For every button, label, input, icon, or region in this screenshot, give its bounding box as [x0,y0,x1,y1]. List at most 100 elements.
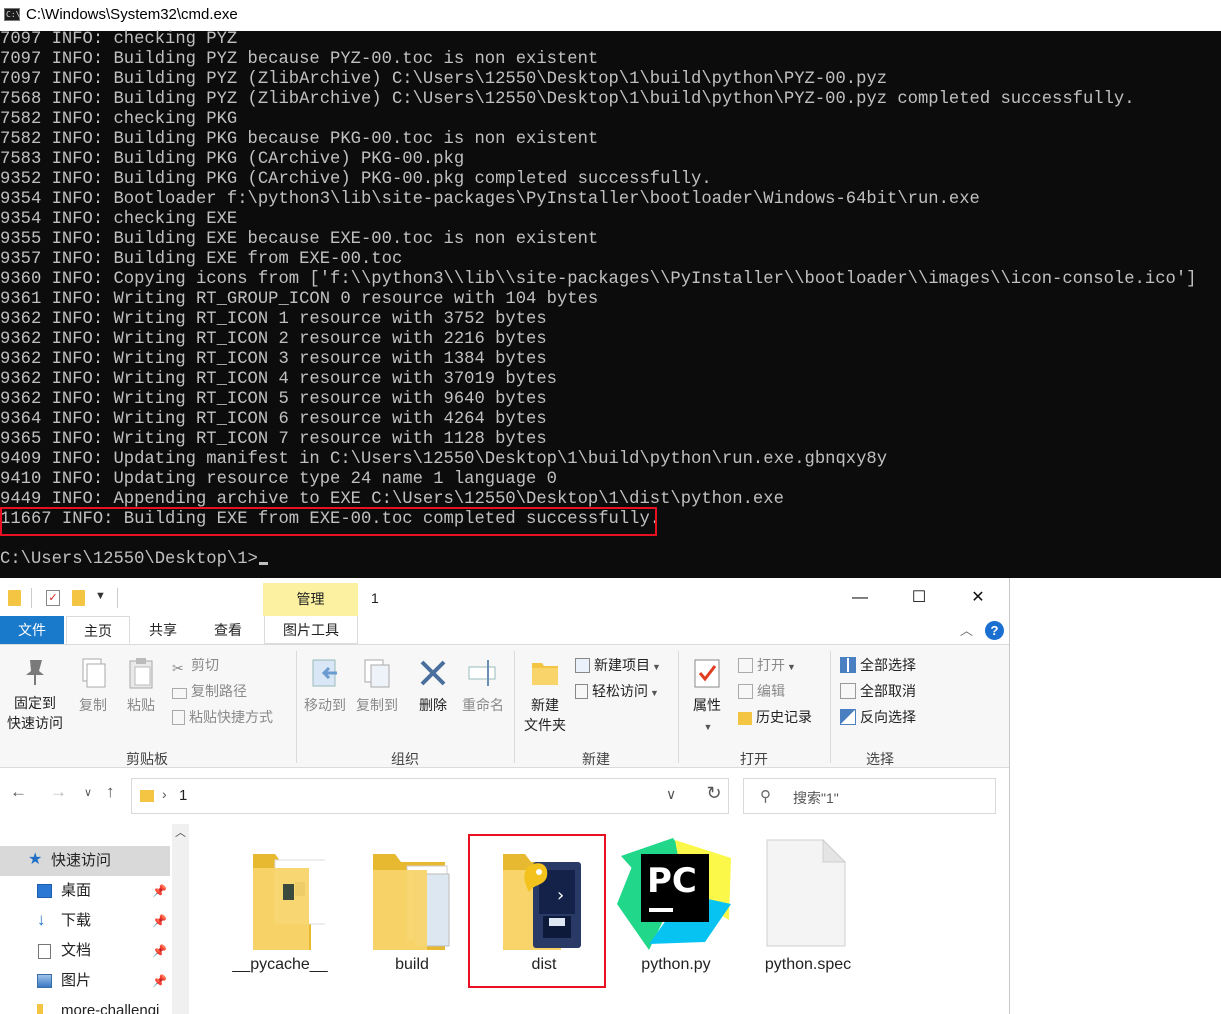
properties-quick-icon[interactable]: ✓ [46,590,60,606]
pin-to-quick-access-button[interactable]: 固定到 快速访问 [4,657,66,733]
divider [830,651,831,763]
maximize-button[interactable]: ☐ [907,586,931,610]
cmd-line: 9410 INFO: Updating resource type 24 nam… [0,470,557,489]
nav-scrollbar[interactable] [172,824,189,1014]
easy-access-icon [575,684,588,699]
tab-share[interactable]: 共享 [132,616,194,644]
collapse-ribbon-icon[interactable]: ︿ [960,620,973,639]
copy-icon [82,658,106,688]
nav-item-pictures[interactable]: 图片 📌 [0,966,170,996]
divider [31,588,32,608]
invert-selection-icon [840,709,856,725]
cut-button[interactable]: ✂ 剪切 [172,655,219,676]
cmd-window[interactable]: C:\ C:\Windows\System32\cmd.exe 7097 INF… [0,0,1221,578]
new-folder-label-line2: 文件夹 [524,717,566,733]
paste-shortcut-icon [172,710,185,725]
properties-button[interactable]: 属性 ▼ [684,657,730,737]
refresh-icon[interactable]: ↻ [700,778,728,808]
window-title: 1 [371,590,379,606]
folder-icon [373,854,450,950]
recent-locations-chevron-icon[interactable]: ∨ [84,786,92,799]
scroll-up-chevron-icon[interactable]: ︿ [172,824,189,842]
breadcrumb-separator[interactable]: › [162,786,167,802]
file-item-pycache[interactable]: __pycache__ [221,836,339,986]
explorer-window[interactable]: ✓ ▼ 管理 1 — ☐ ✕ 文件 主页 共享 查看 图片工具 ︿ ? 固定到 … [0,578,1010,1014]
new-folder-label-line1: 新建 [531,697,559,713]
new-folder-quick-icon[interactable] [72,590,85,606]
tab-picture-tools[interactable]: 图片工具 [264,616,358,644]
divider [678,651,679,763]
file-name: __pycache__ [232,956,328,973]
chevron-down-icon: ▼ [652,662,661,672]
pin-label-line1: 固定到 [14,695,56,711]
select-none-button[interactable]: 全部取消 [840,681,916,701]
nav-item-folder[interactable]: more-challengi [0,996,170,1014]
copy-button[interactable]: 复制 [70,657,116,715]
pin-icon[interactable]: 📌 [152,936,167,966]
file-item-python-py[interactable]: PC python.py [617,836,735,986]
folder-icon[interactable] [8,590,21,606]
paste-button[interactable]: 粘贴 [118,657,164,715]
navigation-pane: ︿ ★ 快速访问 桌面 📌 ↓ 下载 📌 文档 📌 图片 📌 more-chal [0,824,190,1014]
minimize-button[interactable]: — [848,586,872,610]
tab-file[interactable]: 文件 [0,616,64,644]
search-input[interactable]: ⚲ 搜索"1" [743,778,996,814]
edit-button[interactable]: 编辑 [738,681,785,701]
open-group-label: 打开 [740,751,768,767]
cmd-titlebar[interactable]: C:\ C:\Windows\System32\cmd.exe [0,0,1221,31]
dist-highlight-box [468,834,606,988]
rename-button[interactable]: 重命名 [458,657,508,715]
easy-access-button[interactable]: 轻松访问 ▼ [575,681,659,701]
cmd-prompt[interactable]: C:\Users\12550\Desktop\1> [0,550,268,570]
open-button[interactable]: 打开 ▼ [738,655,796,675]
tab-view[interactable]: 查看 [196,616,260,644]
back-arrow-icon[interactable]: ← [10,782,27,802]
manage-context-header[interactable]: 管理 [263,583,358,616]
nav-item-label: 文档 [61,942,92,959]
close-button[interactable]: ✕ [966,586,990,610]
nav-item-quick-access[interactable]: ★ 快速访问 [0,846,170,876]
nav-item-desktop[interactable]: 桌面 📌 [0,876,170,906]
explorer-titlebar[interactable]: ✓ ▼ 管理 1 — ☐ ✕ [0,578,1009,616]
select-all-button[interactable]: 全部选择 [840,655,916,675]
pycharm-icon: PC [617,838,731,950]
copy-to-button[interactable]: 复制到 [352,657,402,715]
chevron-down-icon: ▼ [703,722,713,732]
open-label: 打开 [757,657,785,673]
history-button[interactable]: 历史记录 [738,707,812,727]
customize-toolbar-chevron-icon[interactable]: ▼ [95,590,106,602]
move-to-button[interactable]: 移动到 [300,657,350,715]
address-history-chevron-icon[interactable]: ∨ [666,786,676,803]
address-bar[interactable]: › 1 ∨ [131,778,729,814]
edit-icon [738,684,753,699]
paste-shortcut-button[interactable]: 粘贴快捷方式 [172,707,273,727]
up-arrow-icon[interactable]: ↑ [106,782,115,802]
navigation-bar: ← → ∨ ↑ › 1 ∨ ↻ ⚲ 搜索"1" [0,772,1009,818]
cmd-line: 7568 INFO: Building PYZ (ZlibArchive) C:… [0,90,1135,109]
pin-icon[interactable]: 📌 [152,876,167,906]
new-folder-button[interactable]: 新建 文件夹 [518,657,572,735]
tab-home[interactable]: 主页 [66,616,130,644]
delete-button[interactable]: 删除 [410,657,456,715]
help-icon[interactable]: ? [985,621,1004,640]
search-placeholder: 搜索"1" [793,790,839,806]
pin-label-line2: 快速访问 [7,715,63,731]
copy-path-button[interactable]: 复制路径 [172,681,247,701]
file-item-build[interactable]: build [353,836,471,986]
copy-to-icon [364,659,390,688]
invert-selection-button[interactable]: 反向选择 [840,707,916,727]
cmd-title: C:\Windows\System32\cmd.exe [26,6,238,23]
nav-item-documents[interactable]: 文档 📌 [0,936,170,966]
breadcrumb-folder[interactable]: 1 [179,787,187,804]
properties-icon [694,659,720,688]
new-item-button[interactable]: 新建项目 ▼ [575,655,661,675]
prompt-text: C:\Users\12550\Desktop\1> [0,550,258,569]
nav-item-downloads[interactable]: ↓ 下载 📌 [0,906,170,936]
text-cursor [258,562,268,565]
move-to-icon [312,659,337,687]
file-item-python-spec[interactable]: python.spec [749,836,867,986]
pin-icon[interactable]: 📌 [152,966,167,996]
forward-arrow-icon[interactable]: → [50,782,67,802]
file-name: build [395,956,429,973]
pin-icon[interactable]: 📌 [152,906,167,936]
